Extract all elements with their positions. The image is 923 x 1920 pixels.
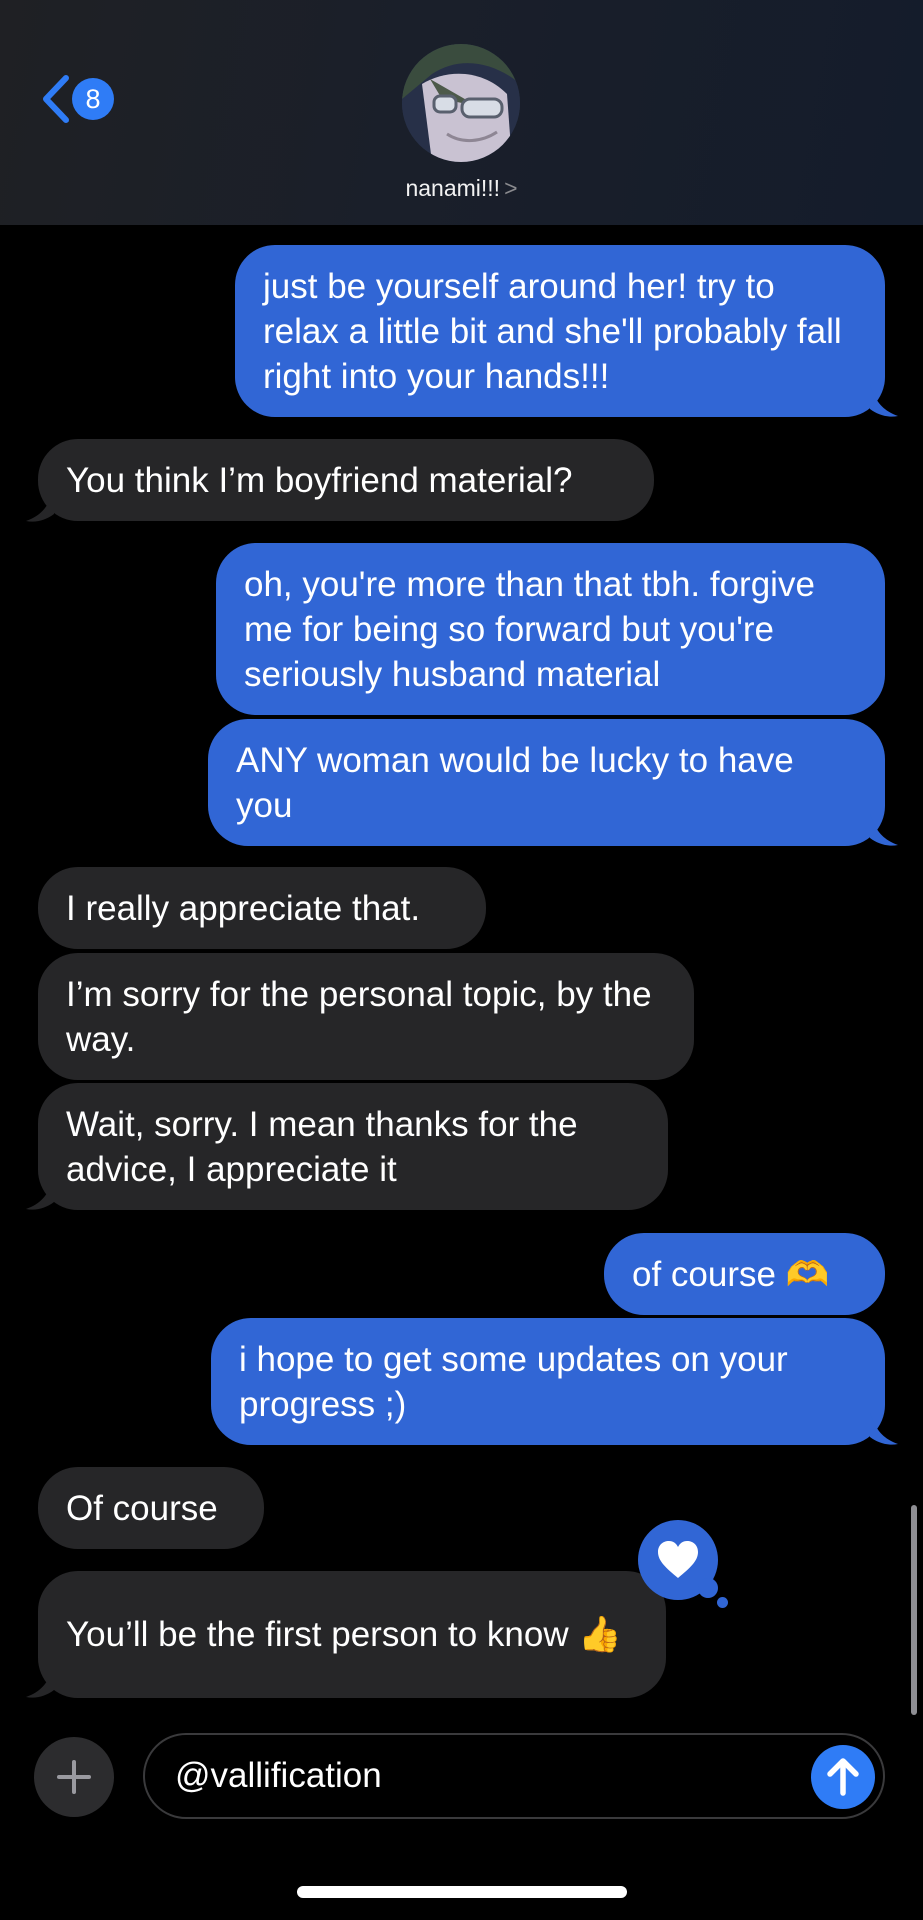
message-text: You think I’m boyfriend material? (66, 460, 573, 500)
message-text: i hope to get some updates on your progr… (239, 1339, 788, 1424)
message-bubble-received[interactable]: I’m sorry for the personal topic, by the… (38, 953, 694, 1080)
message-bubble-received[interactable]: You think I’m boyfriend material? (38, 439, 654, 521)
message-bubble-sent[interactable]: of course 🫶 (604, 1233, 885, 1315)
bubble-tail (870, 814, 898, 846)
bubble-tail (26, 1666, 54, 1698)
message-text: You’ll be the first person to know 👍 (66, 1615, 622, 1654)
message-text: Of course (66, 1488, 218, 1528)
message-bubble-sent[interactable]: i hope to get some updates on your progr… (211, 1318, 885, 1445)
message-text: of course 🫶 (632, 1254, 830, 1294)
tapback-dot (717, 1597, 728, 1608)
message-bubble-sent[interactable]: oh, you're more than that tbh. forgive m… (216, 543, 885, 715)
home-indicator[interactable] (297, 1886, 627, 1898)
message-text: oh, you're more than that tbh. forgive m… (244, 564, 815, 694)
message-text: ANY woman would be lucky to have you (236, 740, 794, 825)
chevron-left-icon (43, 75, 69, 123)
message-bubble-received[interactable]: You’ll be the first person to know 👍 (38, 1571, 666, 1698)
bubble-tail (26, 1178, 54, 1210)
message-bubble-sent[interactable]: just be yourself around her! try to rela… (235, 245, 885, 417)
message-bubble-received[interactable]: Of course (38, 1467, 264, 1549)
plus-icon (57, 1760, 91, 1794)
message-bubble-received[interactable]: Wait, sorry. I mean thanks for the advic… (38, 1083, 668, 1210)
contact-name-button[interactable]: nanami!!! > (0, 175, 923, 202)
contact-name: nanami!!! (405, 175, 501, 201)
send-button[interactable] (811, 1745, 875, 1809)
message-text: just be yourself around her! try to rela… (263, 266, 842, 396)
message-input[interactable]: @vallification (143, 1733, 885, 1819)
scrollbar[interactable] (911, 1505, 917, 1715)
message-bubble-received[interactable]: I really appreciate that. (38, 867, 486, 949)
bubble-tail (870, 1413, 898, 1445)
message-text: I’m sorry for the personal topic, by the… (66, 974, 652, 1059)
message-text: I really appreciate that. (66, 888, 421, 928)
avatar-image (402, 44, 520, 162)
message-input-text[interactable]: @vallification (175, 1735, 382, 1817)
contact-avatar[interactable] (402, 44, 520, 162)
apps-plus-button[interactable] (34, 1737, 114, 1817)
conversation-header: 8 nanami!!! > (0, 0, 923, 225)
back-button[interactable]: 8 (38, 74, 128, 124)
arrow-up-icon (827, 1758, 859, 1796)
tapback-dot (698, 1578, 718, 1598)
chevron-right-icon: > (504, 175, 518, 201)
message-text: Wait, sorry. I mean thanks for the advic… (66, 1104, 578, 1189)
message-bubble-sent[interactable]: ANY woman would be lucky to have you (208, 719, 885, 846)
bubble-tail (26, 490, 54, 522)
bubble-tail (870, 385, 898, 417)
unread-count-badge: 8 (72, 78, 114, 120)
